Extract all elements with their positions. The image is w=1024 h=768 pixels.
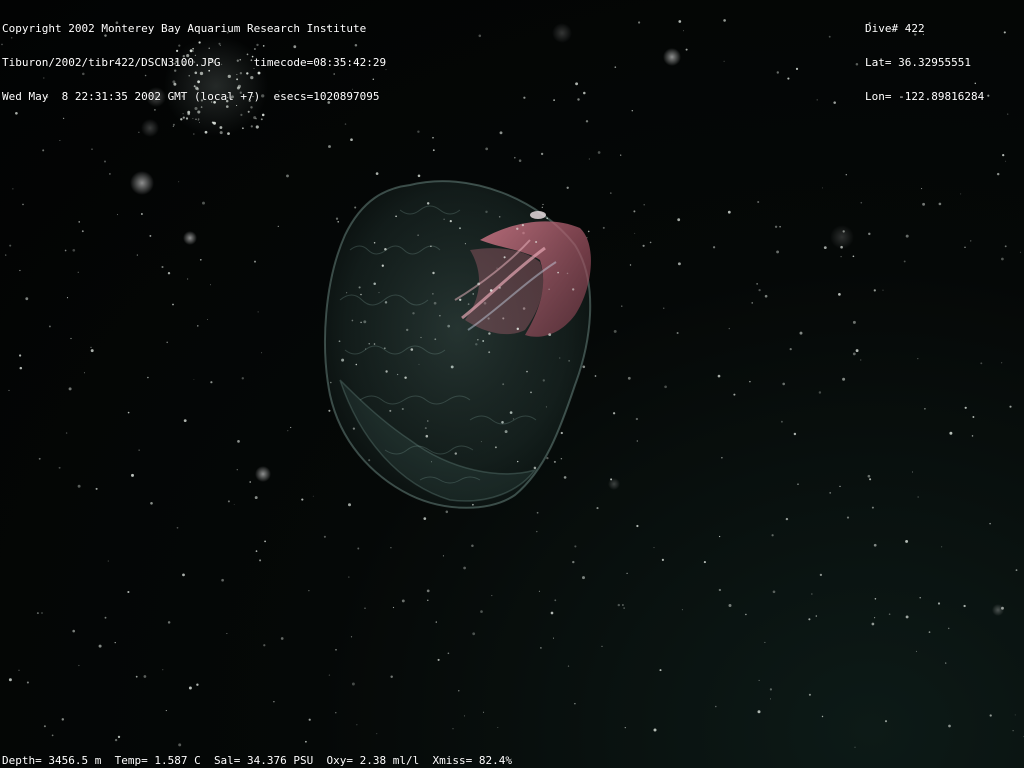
overlay-top-left: Copyright 2002 Monterey Bay Aquarium Res… xyxy=(2,1,386,125)
latitude-text: Lat= 36.32955551 xyxy=(865,56,971,69)
datetime-text: Wed May 8 22:31:35 2002 GMT (local +7) xyxy=(2,90,261,103)
salinity-text: Sal= 34.376 PSU xyxy=(213,754,314,767)
file-timecode-line: Tiburon/2002/tibr422/DSCN3100.JPG timeco… xyxy=(2,57,386,69)
datetime-esecs-line: Wed May 8 22:31:35 2002 GMT (local +7) e… xyxy=(2,91,386,103)
depth-text: Depth= 3456.5 m xyxy=(2,754,102,767)
oxygen-text: Oxy= 2.38 ml/l xyxy=(326,754,420,767)
overlay-top-right: Dive# 422 Lat= 36.32955551 Lon= -122.898… xyxy=(865,1,984,125)
copyright-text: Copyright 2002 Monterey Bay Aquarium Res… xyxy=(2,22,367,35)
timecode-text: timecode=08:35:42:29 xyxy=(253,56,387,69)
file-path-text: Tiburon/2002/tibr422/DSCN3100.JPG xyxy=(2,56,221,69)
transmissometer-text: Xmiss= 82.4% xyxy=(432,754,512,767)
longitude-text: Lon= -122.89816284 xyxy=(865,90,985,103)
dive-number-text: Dive# 422 xyxy=(865,22,925,35)
camera-frame: Copyright 2002 Monterey Bay Aquarium Res… xyxy=(0,0,1024,768)
overlay-sensor-readout: Depth= 3456.5 m Temp= 1.587 C Sal= 34.37… xyxy=(2,755,512,766)
esecs-text: esecs=1020897095 xyxy=(273,90,380,103)
temperature-text: Temp= 1.587 C xyxy=(114,754,201,767)
ctenophore-organism xyxy=(324,180,592,509)
